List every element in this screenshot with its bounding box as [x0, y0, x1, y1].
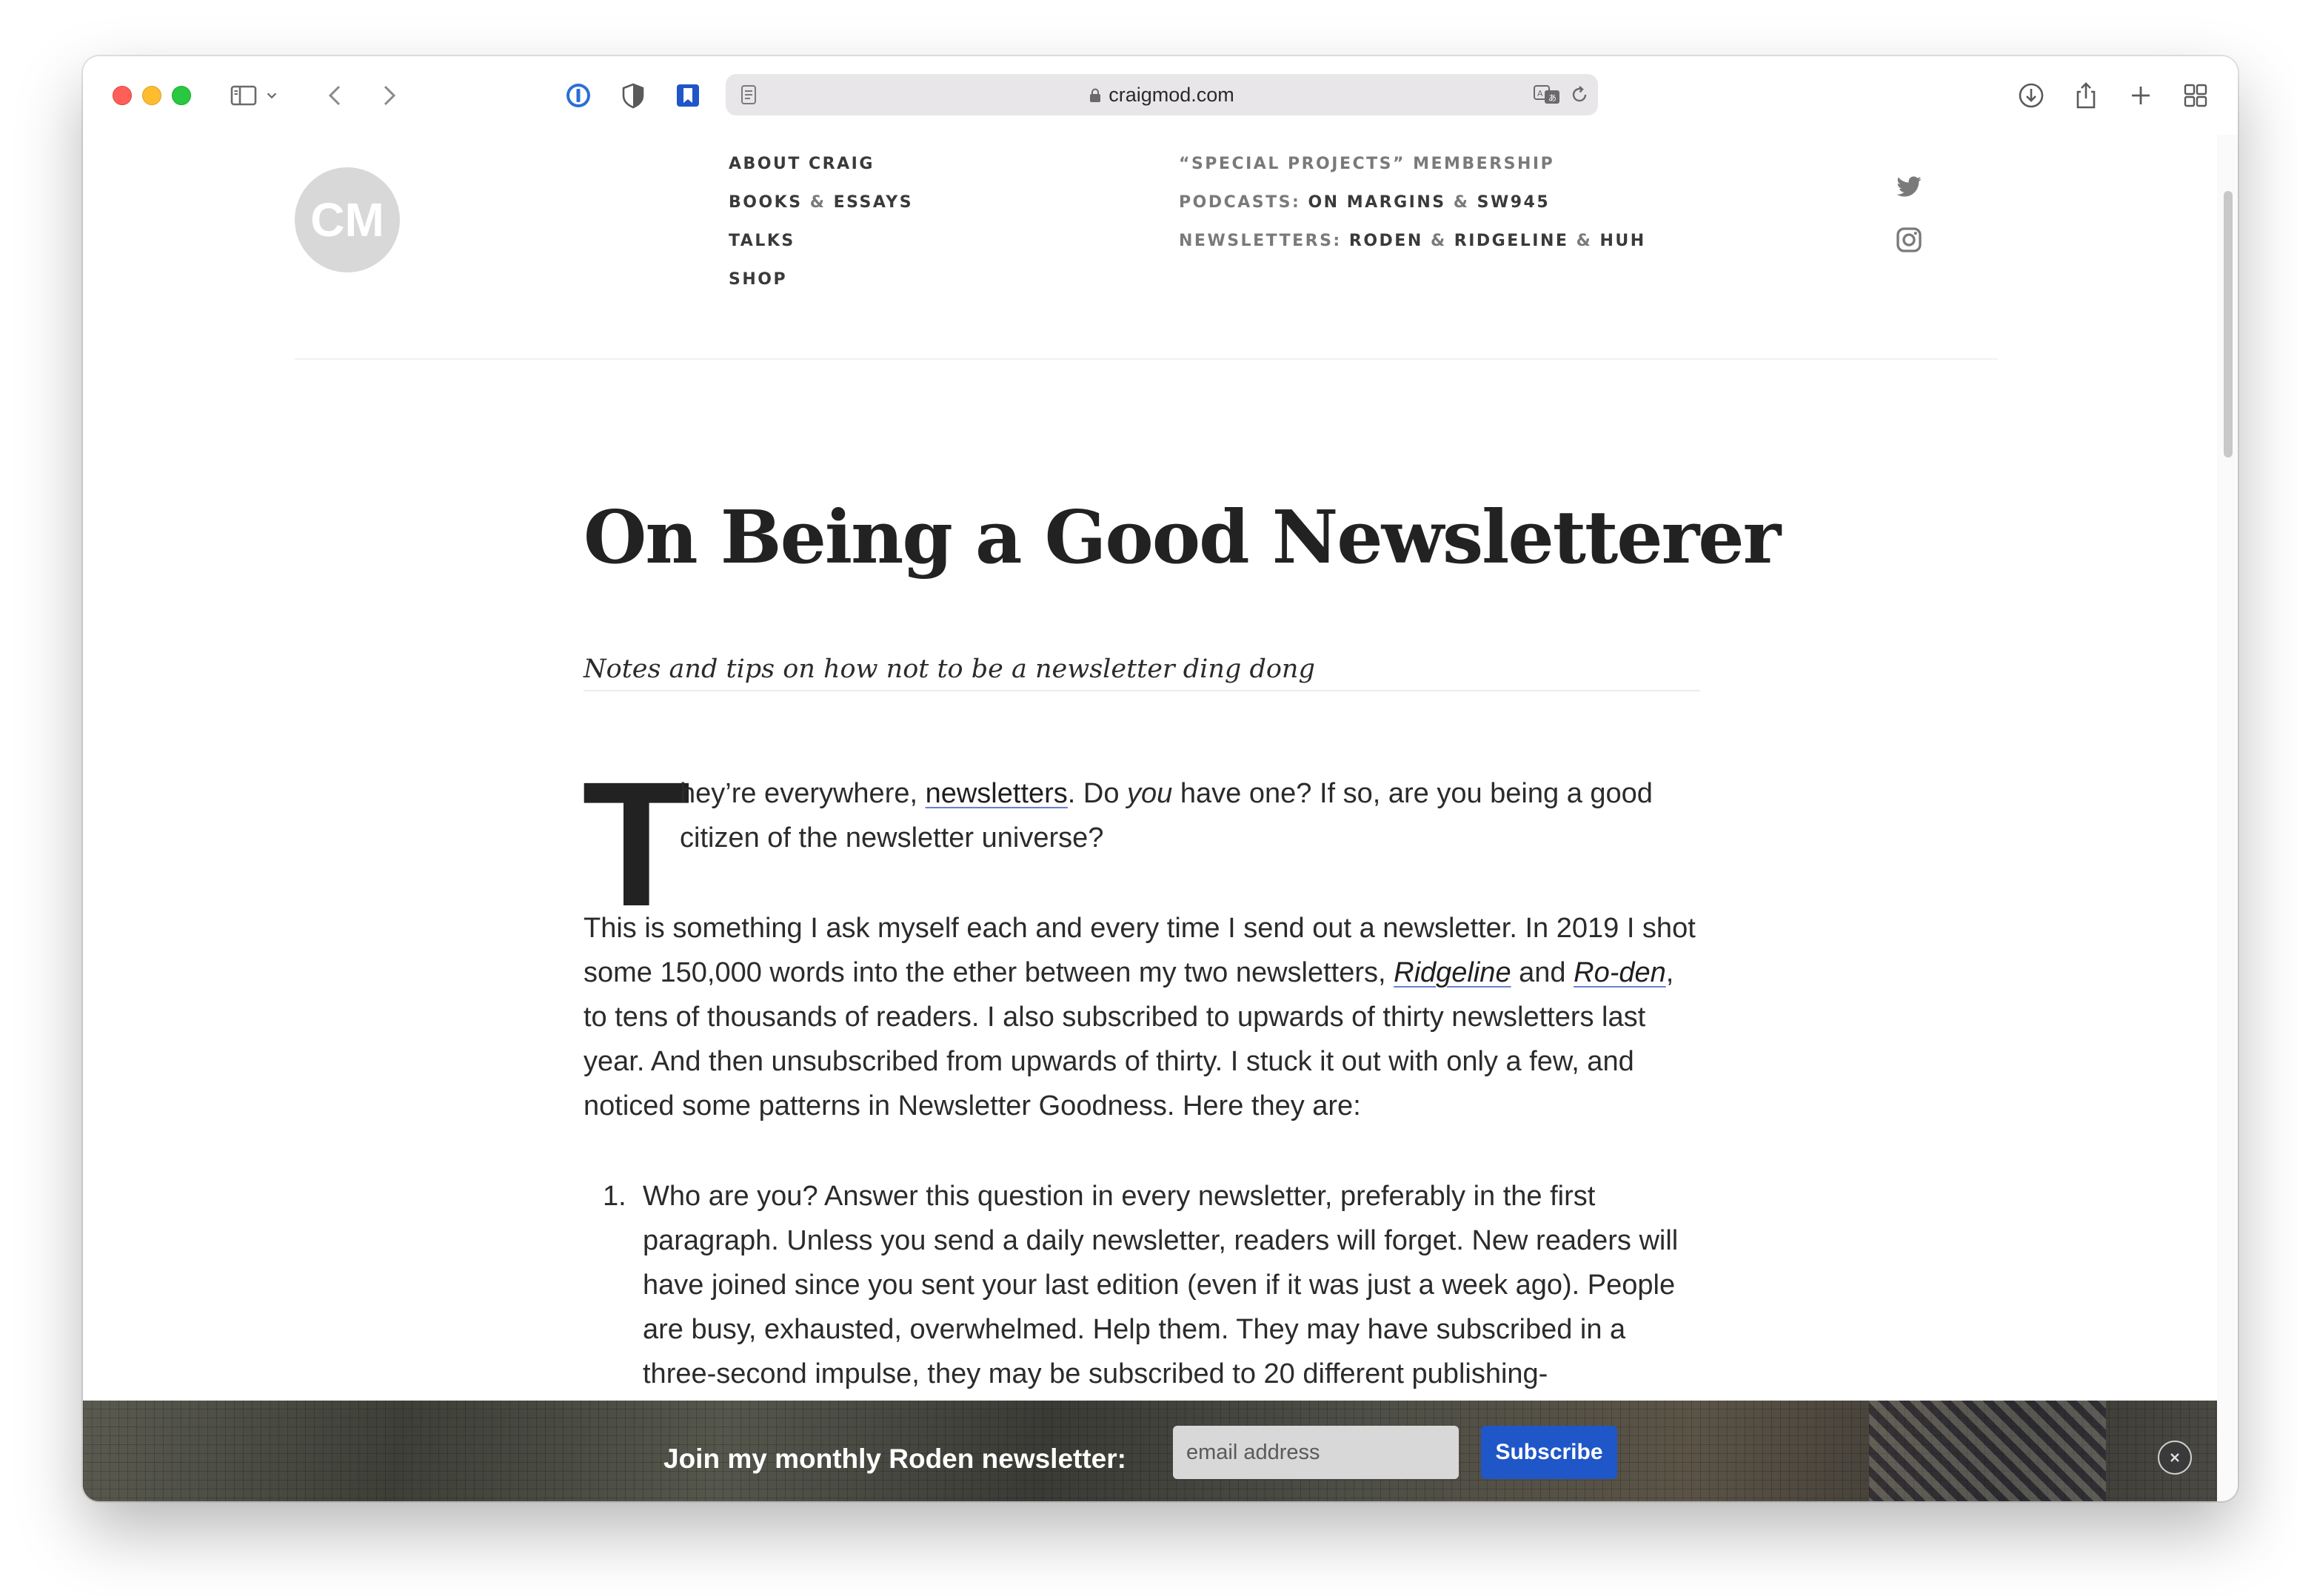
- list-item: Who are you? Answer this question in eve…: [643, 1181, 1679, 1389]
- minimize-window-button[interactable]: [142, 86, 161, 105]
- nav-newsletter-huh[interactable]: HUH: [1599, 232, 1645, 250]
- bookmark-icon[interactable]: [668, 76, 708, 115]
- podcasts-label: PODCASTS:: [1179, 193, 1301, 212]
- article-divider: [584, 690, 1700, 691]
- roden-link[interactable]: Ro-den: [1574, 957, 1666, 988]
- nav-newsletter-roden[interactable]: RODEN: [1349, 232, 1423, 250]
- email-field[interactable]: [1173, 1426, 1459, 1479]
- lock-icon: [1090, 88, 1101, 102]
- nav-about-craig[interactable]: ABOUT CRAIG: [729, 145, 913, 184]
- list-item-number: 1.: [603, 1181, 626, 1212]
- nav-shop[interactable]: SHOP: [729, 261, 913, 299]
- zoom-window-button[interactable]: [172, 86, 191, 105]
- bar-background-pattern: [1869, 1401, 2106, 1501]
- browser-window: craigmod.com Aあ CM ABOUT CRAIG BOOKS & E…: [83, 56, 2238, 1501]
- nav-talks[interactable]: TALKS: [729, 222, 913, 261]
- new-tab-icon[interactable]: [2121, 76, 2161, 115]
- newsletters-link[interactable]: newsletters: [926, 778, 1068, 809]
- browser-toolbar: craigmod.com Aあ: [83, 56, 2238, 135]
- nav-podcasts: PODCASTS: ON MARGINS & SW945: [1179, 184, 1646, 222]
- svg-text:あ: あ: [1548, 93, 1557, 103]
- header-divider: [295, 358, 1998, 360]
- close-icon[interactable]: [2158, 1441, 2192, 1475]
- chevron-down-icon[interactable]: [261, 76, 283, 115]
- close-window-button[interactable]: [113, 86, 132, 105]
- privacy-shield-icon[interactable]: [613, 76, 653, 115]
- nav-amp: &: [1453, 193, 1470, 212]
- svg-text:A: A: [1537, 89, 1543, 98]
- nav-books-essays: BOOKS & ESSAYS: [729, 184, 913, 222]
- password-manager-icon[interactable]: [558, 76, 598, 115]
- translate-icon[interactable]: Aあ: [1533, 83, 1562, 107]
- nav-podcast-on-margins[interactable]: ON MARGINS: [1308, 193, 1445, 212]
- paragraph-2: This is something I ask myself each and …: [584, 913, 1696, 1121]
- paragraph-1: hey’re everywhere, newsletters. Do you h…: [680, 778, 1653, 854]
- sidebar-icon[interactable]: [224, 76, 264, 115]
- nav-special-projects[interactable]: “SPECIAL PROJECTS” MEMBERSHIP: [1179, 145, 1646, 184]
- twitter-icon[interactable]: [1894, 172, 1924, 201]
- subscribe-button[interactable]: Subscribe: [1481, 1426, 1617, 1479]
- address-bar[interactable]: craigmod.com Aあ: [726, 74, 1598, 115]
- site-logo[interactable]: CM: [295, 167, 400, 272]
- nav-books[interactable]: BOOKS: [729, 193, 803, 212]
- ridgeline-link[interactable]: Ridgeline: [1394, 957, 1511, 988]
- drop-cap: T: [582, 745, 691, 943]
- newsletter-signup-label: Join my monthly Roden newsletter:: [663, 1444, 1126, 1474]
- nav-amp: &: [809, 193, 826, 212]
- nav-amp: &: [1430, 232, 1447, 250]
- article-subtitle: Notes and tips on how not to be a newsle…: [584, 654, 1315, 684]
- download-icon[interactable]: [2011, 76, 2051, 115]
- nav-essays[interactable]: ESSAYS: [834, 193, 913, 212]
- nav-newsletters: NEWSLETTERS: RODEN & RIDGELINE & HUH: [1179, 222, 1646, 261]
- forward-icon[interactable]: [369, 76, 409, 115]
- nav-secondary: “SPECIAL PROJECTS” MEMBERSHIP PODCASTS: …: [1179, 145, 1646, 261]
- url-text: craigmod.com: [1109, 84, 1234, 106]
- nav-podcast-sw945[interactable]: SW945: [1477, 193, 1551, 212]
- nav-primary: ABOUT CRAIG BOOKS & ESSAYS TALKS SHOP: [729, 145, 913, 299]
- share-icon[interactable]: [2066, 76, 2106, 115]
- scrollbar-thumb[interactable]: [2224, 191, 2233, 457]
- page-scrollbar[interactable]: [2217, 135, 2238, 1501]
- nav-amp: &: [1576, 232, 1593, 250]
- back-icon[interactable]: [315, 76, 355, 115]
- instagram-icon[interactable]: [1894, 225, 1924, 255]
- newsletters-label: NEWSLETTERS:: [1179, 232, 1342, 250]
- tab-overview-icon[interactable]: [2176, 76, 2216, 115]
- newsletter-signup-bar: Join my monthly Roden newsletter: Subscr…: [83, 1401, 2217, 1501]
- article-title: On Being a Good Newsletterer: [584, 495, 1781, 580]
- url-display[interactable]: craigmod.com: [726, 74, 1598, 115]
- nav-newsletter-ridgeline[interactable]: RIDGELINE: [1454, 232, 1569, 250]
- reload-icon[interactable]: [1568, 84, 1591, 106]
